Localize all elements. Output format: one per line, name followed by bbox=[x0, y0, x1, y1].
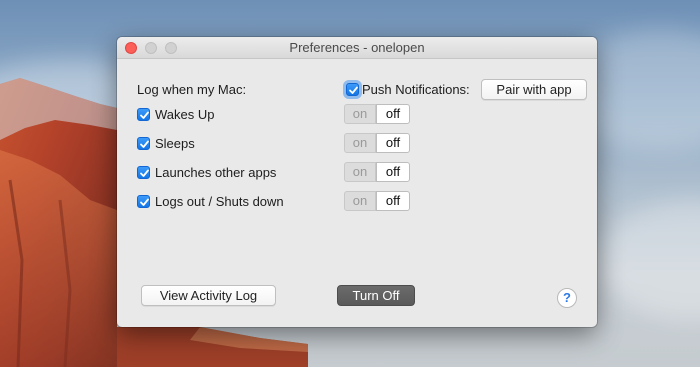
checkmark-icon bbox=[349, 86, 358, 94]
wakes-up-label: Wakes Up bbox=[155, 107, 215, 122]
checkmark-icon bbox=[140, 111, 149, 119]
wakes-up-checkbox[interactable] bbox=[137, 108, 150, 121]
window-title: Preferences - onelopen bbox=[289, 40, 425, 55]
sleeps-on-segment[interactable]: on bbox=[344, 133, 376, 153]
push-notifications-label: Push Notifications: bbox=[362, 82, 470, 97]
sleeps-checkbox[interactable] bbox=[137, 137, 150, 150]
logs-out-on-segment[interactable]: on bbox=[344, 191, 376, 211]
sleeps-off-segment[interactable]: off bbox=[376, 133, 410, 153]
launches-other-apps-toggle: on off bbox=[344, 162, 410, 182]
launches-other-apps-checkbox[interactable] bbox=[137, 166, 150, 179]
checkmark-icon bbox=[140, 198, 149, 206]
logs-out-label: Logs out / Shuts down bbox=[155, 194, 284, 209]
checkmark-icon bbox=[140, 140, 149, 148]
wakes-up-toggle: on off bbox=[344, 104, 410, 124]
logs-out-off-segment[interactable]: off bbox=[376, 191, 410, 211]
preferences-window: Preferences - onelopen Log when my Mac: … bbox=[117, 37, 597, 327]
title-bar: Preferences - onelopen bbox=[117, 37, 597, 59]
launches-other-apps-off-segment[interactable]: off bbox=[376, 162, 410, 182]
logs-out-checkbox[interactable] bbox=[137, 195, 150, 208]
log-heading: Log when my Mac: bbox=[137, 82, 247, 97]
view-activity-log-button[interactable]: View Activity Log bbox=[141, 285, 276, 306]
push-notifications-checkbox[interactable] bbox=[346, 83, 359, 96]
logs-out-toggle: on off bbox=[344, 191, 410, 211]
help-button[interactable]: ? bbox=[557, 288, 577, 308]
sleeps-label: Sleeps bbox=[155, 136, 195, 151]
checkmark-icon bbox=[140, 169, 149, 177]
sleeps-toggle: on off bbox=[344, 133, 410, 153]
wakes-up-on-segment[interactable]: on bbox=[344, 104, 376, 124]
wakes-up-off-segment[interactable]: off bbox=[376, 104, 410, 124]
launches-other-apps-on-segment[interactable]: on bbox=[344, 162, 376, 182]
pair-with-app-button[interactable]: Pair with app bbox=[481, 79, 587, 100]
turn-off-button[interactable]: Turn Off bbox=[337, 285, 415, 306]
launches-other-apps-label: Launches other apps bbox=[155, 165, 277, 180]
